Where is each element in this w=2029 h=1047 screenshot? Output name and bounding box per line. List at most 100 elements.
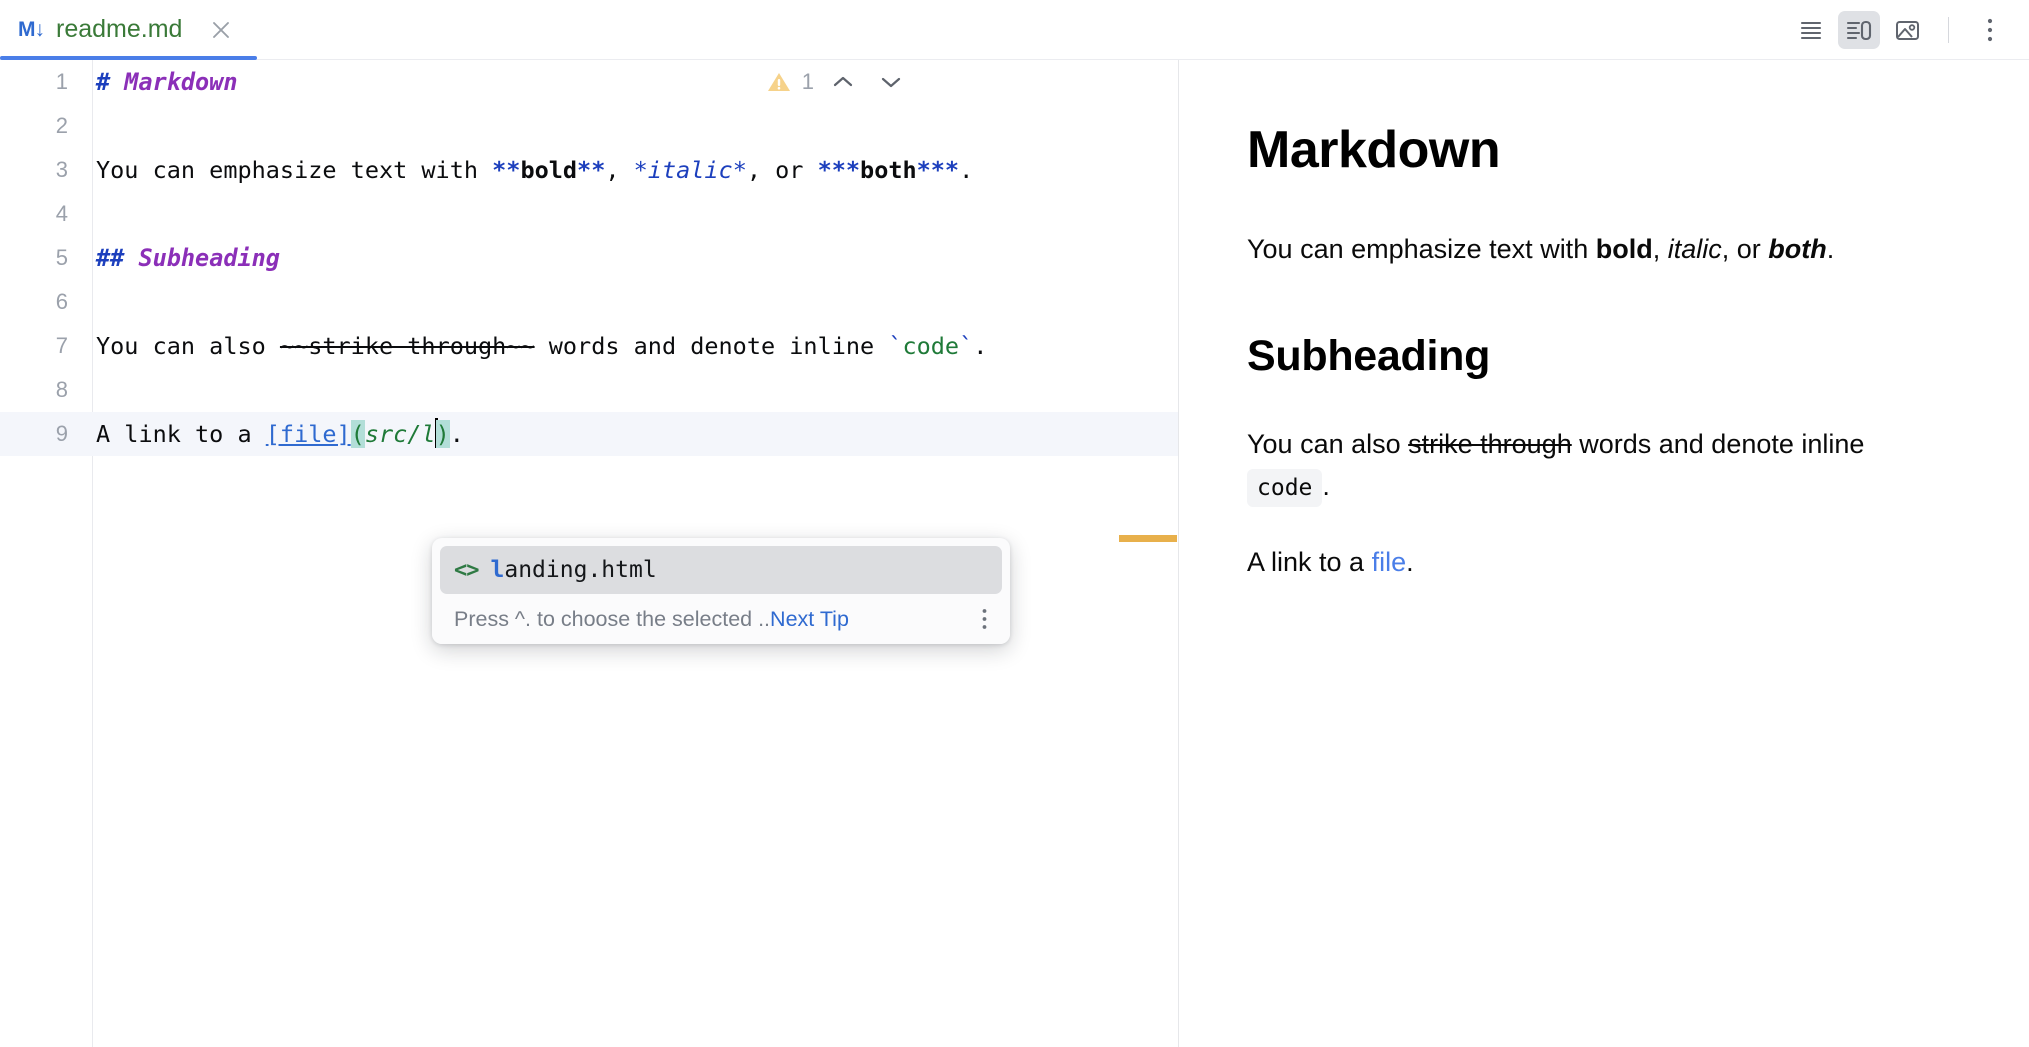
preview-paragraph-3: A link to a file. [1247,542,1927,584]
line-number: 6 [0,280,92,324]
autocomplete-footer: Press ^. to choose the selected ..Next T… [432,594,1010,644]
inline-code-chip: code [1247,469,1322,507]
warning-marker-stripe[interactable] [1119,535,1177,542]
bold-marker-close: ** [577,156,605,184]
text-run: words and denote inline [535,332,889,360]
code-tick-close: ` [959,332,973,360]
chevron-down-icon[interactable] [872,65,910,99]
text-run: . [959,156,973,184]
vertical-dots-icon[interactable] [981,607,988,631]
more-options-button[interactable] [1969,11,2011,49]
text-run: A link to a [96,420,266,448]
line-number: 3 [0,148,92,192]
editor-line-3[interactable]: 3 You can emphasize text with **bold**, … [0,148,1178,192]
line-number: 9 [0,412,92,456]
editor-line-2[interactable]: 2 [0,104,1178,148]
toolbar-divider [1948,17,1949,43]
markdown-preview-pane: Markdown You can emphasize text with bol… [1179,60,2029,1047]
line-content: ## Subheading [92,236,280,280]
warning-triangle-icon[interactable] [766,70,792,94]
italic-text: italic [1668,234,1722,264]
inline-code-text: code [902,332,959,360]
preview-only-view-button[interactable] [1886,11,1928,49]
matched-paren-open: ( [351,420,365,448]
link-label-token[interactable]: [file] [266,420,351,448]
editor-line-6[interactable]: 6 [0,280,1178,324]
text-run: , or [1722,234,1769,264]
text-run: . [1827,234,1835,264]
editor-pane[interactable]: 1 # Markdown 1 [0,60,1179,1047]
editor-line-8[interactable]: 8 [0,368,1178,412]
text-run: You can also [96,332,280,360]
line-content: # Markdown [92,60,237,104]
line-number: 1 [0,60,92,104]
close-icon[interactable] [208,17,234,43]
subheading-text: Subheading [138,244,279,272]
text-run: You can emphasize text with [1247,234,1596,264]
italic-text: italic [648,156,733,184]
view-mode-toolbar [1790,0,2011,60]
preview-heading-1: Markdown [1247,122,1961,179]
bold-text: bold [1596,234,1653,264]
editor-line-5[interactable]: 5 ## Subheading [0,236,1178,280]
inspection-count: 1 [802,60,814,104]
bold-italic-text: both [1768,234,1826,264]
text-run: , or [747,156,818,184]
subheading-marker: ## [96,244,138,272]
editor-line-4[interactable]: 4 [0,192,1178,236]
text-run: A link to a [1247,547,1372,577]
markdown-icon: M↓ [18,19,44,40]
text-run: You can emphasize text with [96,156,492,184]
text-run: words and denote inline [1572,429,1865,459]
line-content: You can also ~~strike through~~ words an… [92,324,987,368]
editor-line-9[interactable]: 9 A link to a [file](src/l). [0,412,1178,456]
chevron-up-icon[interactable] [824,65,862,99]
text-run: You can also [1247,429,1408,459]
strikethrough-text: strike through [1408,429,1572,459]
html-tag-icon: <> [454,558,479,583]
editor-line-7[interactable]: 7 You can also ~~strike through~~ words … [0,324,1178,368]
code-tick-open: ` [888,332,902,360]
bolditalic-text: both [860,156,917,184]
bolditalic-marker-open: *** [818,156,860,184]
line-number: 5 [0,236,92,280]
italic-marker-close: * [733,156,747,184]
editor-only-view-button[interactable] [1790,11,1832,49]
preview-paragraph-2: You can also strike through words and de… [1247,424,1927,508]
preview-heading-2: Subheading [1247,333,1961,380]
tab-bar: M↓ readme.md [0,0,2029,60]
text-run: . [1322,471,1330,501]
matched-prefix: l [491,557,505,583]
line-content: You can emphasize text with **bold**, *i… [92,148,973,192]
autocomplete-item-label: landing.html [491,557,657,583]
line-number: 2 [0,104,92,148]
code-area[interactable]: 1 # Markdown 1 [0,60,1178,456]
autocomplete-popup[interactable]: <> landing.html Press ^. to choose the s… [432,538,1010,644]
autocomplete-hint: Press ^. to choose the selected .. [454,607,770,632]
autocomplete-item-landing-html[interactable]: <> landing.html [440,546,1002,594]
line-content: A link to a [file](src/l). [92,412,464,456]
remaining-text: anding.html [504,557,656,583]
strikethrough-text: ~~strike through~~ [280,332,535,360]
editor-line-1[interactable]: 1 # Markdown 1 [0,60,1178,104]
heading-text: Markdown [124,68,237,96]
active-tab-underline [0,56,257,60]
next-tip-link[interactable]: Next Tip [770,607,849,632]
text-run: . [1406,547,1414,577]
line-number: 7 [0,324,92,368]
bolditalic-marker-close: *** [917,156,959,184]
text-run: . [973,332,987,360]
editor-tab-readme-md[interactable]: M↓ readme.md [0,0,256,60]
heading-marker: # [96,68,124,96]
matched-paren-close: ) [436,420,450,448]
text-run: , [1653,234,1668,264]
split-view-button[interactable] [1838,11,1880,49]
preview-link-file[interactable]: file [1372,547,1407,577]
line-number: 8 [0,368,92,412]
italic-marker-open: * [634,156,648,184]
link-url-token: src/l [365,420,436,448]
tab-title: readme.md [56,17,182,42]
main-split-container: 1 # Markdown 1 [0,60,2029,1047]
text-run: . [450,420,464,448]
preview-paragraph-1: You can emphasize text with bold, italic… [1247,229,1927,271]
